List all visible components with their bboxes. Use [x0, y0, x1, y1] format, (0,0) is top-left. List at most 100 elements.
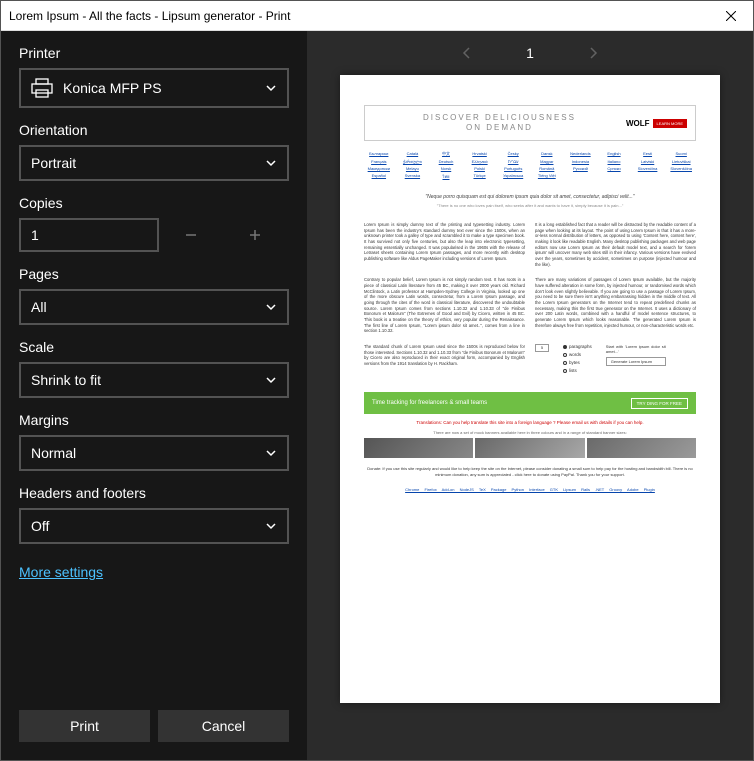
- language-link: Polski: [465, 166, 495, 171]
- ad-banner: DISCOVER DELICIOUSNESS ON DEMAND WOLF LE…: [364, 105, 696, 141]
- printer-value: Konica MFP PS: [63, 80, 162, 96]
- language-link: Latviski: [633, 159, 663, 164]
- language-link: Ελληνικά: [465, 159, 495, 164]
- language-link: Türkçe: [465, 173, 495, 180]
- chevron-down-icon: [265, 374, 277, 386]
- printer-select[interactable]: Konica MFP PS: [19, 68, 289, 108]
- language-link: Lietuviškai: [666, 159, 696, 164]
- next-page-button[interactable]: [584, 43, 604, 63]
- language-link: עברית: [498, 159, 528, 164]
- pages-value: All: [31, 299, 47, 315]
- scale-value: Shrink to fit: [31, 372, 101, 388]
- chevron-down-icon: [265, 520, 277, 532]
- chevron-down-icon: [265, 447, 277, 459]
- close-icon: [726, 11, 736, 21]
- window-title: Lorem Ipsum - All the facts - Lipsum gen…: [1, 9, 290, 23]
- standard-chunk-para: The standard chunk of Lorem Ipsum used s…: [364, 344, 525, 382]
- footer-links: Chrome Firefox Add-on NodeJS TeX Package…: [364, 487, 696, 492]
- language-link: Svenska: [398, 173, 428, 180]
- copies-label: Copies: [19, 195, 289, 211]
- headers-select[interactable]: Off: [19, 508, 289, 544]
- ad-cta: LEARN MORE: [653, 119, 687, 128]
- page-number: 1: [526, 45, 534, 61]
- page-preview: DISCOVER DELICIOUSNESS ON DEMAND WOLF LE…: [340, 75, 720, 703]
- language-link: Magyar: [532, 159, 562, 164]
- preview-pane: 1 DISCOVER DELICIOUSNESS ON DEMAND WOLF …: [307, 31, 753, 760]
- pages-label: Pages: [19, 266, 289, 282]
- scale-select[interactable]: Shrink to fit: [19, 362, 289, 398]
- printer-icon: [31, 78, 53, 98]
- language-link: Norsk: [431, 166, 461, 171]
- margins-value: Normal: [31, 445, 76, 461]
- language-link: Dansk: [532, 151, 562, 157]
- language-link: Українська: [498, 173, 528, 180]
- minus-icon: [184, 228, 198, 242]
- settings-sidebar: Printer Konica MFP PS Orientation Portra…: [1, 31, 307, 760]
- chevron-down-icon: [265, 82, 277, 94]
- language-link: Italiano: [599, 159, 629, 164]
- prev-page-button[interactable]: [456, 43, 476, 63]
- generator-form: 5 paragraphs words bytes lists Start wit…: [535, 344, 696, 374]
- where-from-para: Contrary to popular belief, Lorem Ipsum …: [364, 277, 525, 334]
- language-link: Melayu: [398, 166, 428, 171]
- language-link: Српски: [599, 166, 629, 171]
- language-link: ไทย: [431, 173, 461, 180]
- banners-note: There are now a set of mock banners avai…: [364, 430, 696, 435]
- ad-text: DISCOVER DELICIOUSNESS ON DEMAND: [373, 113, 626, 132]
- mock-banners: [364, 438, 696, 458]
- language-link: English: [599, 151, 629, 157]
- pages-select[interactable]: All: [19, 289, 289, 325]
- language-link: Indonesia: [566, 159, 596, 164]
- what-is-para: Lorem Ipsum is simply dummy text of the …: [364, 222, 525, 267]
- donate-text: Donate: If you use this site regularly a…: [364, 466, 696, 476]
- headers-label: Headers and footers: [19, 485, 289, 501]
- chevron-down-icon: [265, 157, 277, 169]
- count-input: 5: [535, 344, 549, 352]
- scale-label: Scale: [19, 339, 289, 355]
- margins-label: Margins: [19, 412, 289, 428]
- printer-label: Printer: [19, 45, 289, 61]
- print-button[interactable]: Print: [19, 710, 150, 742]
- copies-decrement[interactable]: [159, 218, 223, 252]
- language-link: Tiếng Việt: [532, 173, 562, 180]
- cancel-button[interactable]: Cancel: [158, 710, 289, 742]
- language-link: Slovenčina: [633, 166, 663, 171]
- language-link: Español: [364, 173, 394, 180]
- quote: "Neque porro quisquam est qui dolorem ip…: [364, 194, 696, 200]
- language-link: Română: [532, 166, 562, 171]
- language-link: Македонски: [364, 166, 394, 171]
- ad-brand: WOLF: [626, 119, 650, 128]
- language-link: Български: [364, 151, 394, 157]
- plus-icon: [248, 228, 262, 242]
- orientation-select[interactable]: Portrait: [19, 145, 289, 181]
- chevron-down-icon: [265, 301, 277, 313]
- close-button[interactable]: [708, 1, 753, 31]
- generate-button: Generate Lorem Ipsum: [606, 357, 666, 366]
- language-link: Català: [398, 151, 428, 157]
- language-link: Česky: [498, 151, 528, 157]
- language-link: Eesti: [633, 151, 663, 157]
- chevron-right-icon: [589, 46, 599, 60]
- translations-note: Translations: Can you help translate thi…: [364, 420, 696, 425]
- language-link: Русский: [566, 166, 596, 171]
- language-link: Deutsch: [431, 159, 461, 164]
- green-ad-banner: Time tracking for freelancers & small te…: [364, 392, 696, 414]
- why-use-para: It is a long established fact that a rea…: [535, 222, 696, 267]
- copies-input[interactable]: [19, 218, 159, 252]
- where-get-para: There are many variations of passages of…: [535, 277, 696, 334]
- headers-value: Off: [31, 518, 49, 534]
- language-link: Slovenščina: [666, 166, 696, 171]
- chevron-left-icon: [461, 46, 471, 60]
- language-link: Hrvatski: [465, 151, 495, 157]
- copies-increment[interactable]: [223, 218, 287, 252]
- title-bar: Lorem Ipsum - All the facts - Lipsum gen…: [1, 1, 753, 31]
- language-link: ქართული: [398, 159, 428, 164]
- margins-select[interactable]: Normal: [19, 435, 289, 471]
- language-link: Português: [498, 166, 528, 171]
- quote-translation: "There is no one who loves pain itself, …: [364, 203, 696, 208]
- language-link: Français: [364, 159, 394, 164]
- more-settings-link[interactable]: More settings: [19, 564, 289, 580]
- language-link: Suomi: [666, 151, 696, 157]
- language-link: Nederlands: [566, 151, 596, 157]
- language-link: 中文: [431, 151, 461, 157]
